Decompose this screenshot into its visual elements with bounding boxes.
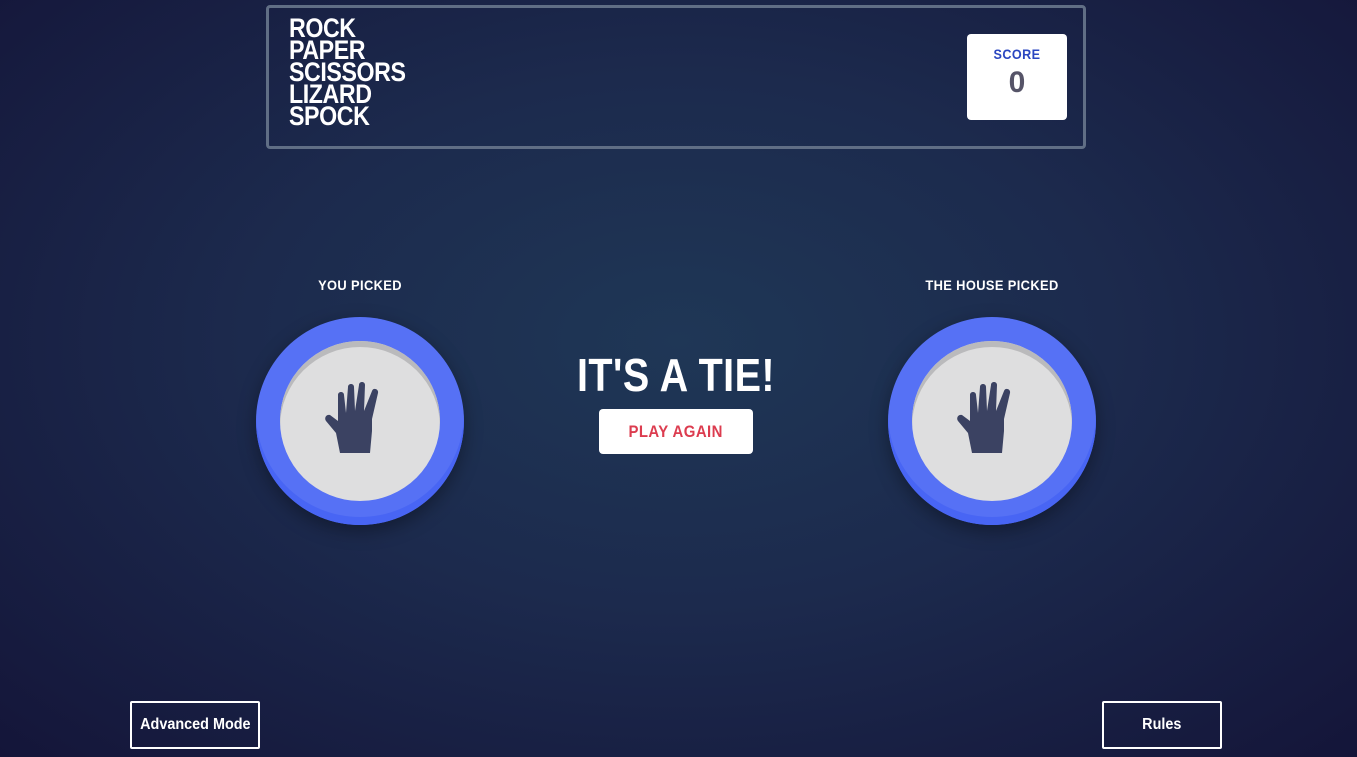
house-pick-label: THE HOUSE PICKED: [925, 277, 1059, 293]
player-pick-label: YOU PICKED: [318, 277, 402, 293]
score-box: SCORE 0: [967, 34, 1067, 120]
play-again-button[interactable]: PLAY AGAIN: [599, 409, 753, 454]
house-paper-token: [888, 317, 1096, 525]
player-token-face: [280, 341, 440, 501]
advanced-mode-label: Advanced Mode: [139, 716, 251, 733]
hand-paper-icon: [957, 382, 1011, 453]
play-again-label: PLAY AGAIN: [628, 421, 724, 441]
header: ROCK PAPER SCISSORS LIZARD SPOCK SCORE 0: [266, 5, 1086, 149]
result-text: IT'S A TIE!: [576, 349, 776, 401]
result-panel: IT'S A TIE!: [520, 348, 832, 402]
hand-paper-icon: [325, 382, 379, 453]
player-paper-token: [256, 317, 464, 525]
score-label: SCORE: [993, 46, 1041, 62]
advanced-mode-button[interactable]: Advanced Mode: [130, 701, 260, 749]
house-token-face: [912, 341, 1072, 501]
score-value: 0: [1008, 66, 1026, 99]
game-logo: ROCK PAPER SCISSORS LIZARD SPOCK: [289, 15, 425, 131]
rules-button[interactable]: Rules: [1102, 701, 1222, 749]
rules-label: Rules: [1142, 716, 1182, 733]
logo-line-spock: SPOCK: [289, 101, 370, 131]
